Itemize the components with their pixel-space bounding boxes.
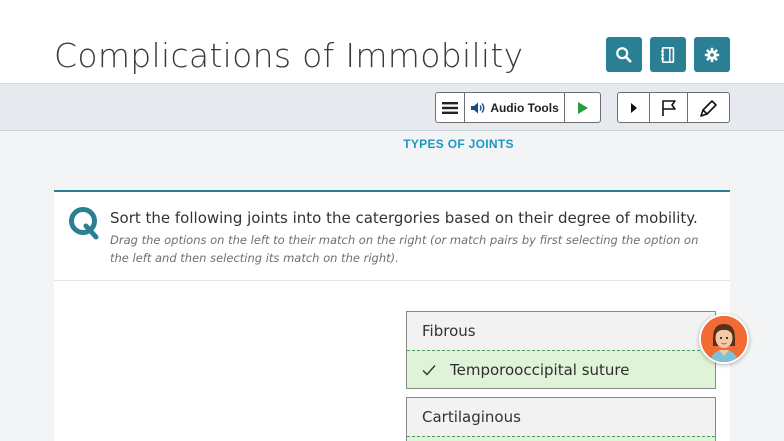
question-q-icon — [69, 207, 99, 240]
highlighter-icon — [699, 99, 717, 117]
check-icon — [422, 364, 436, 376]
flag-icon — [661, 99, 676, 116]
flag-button[interactable] — [650, 93, 688, 122]
category-fibrous[interactable]: Fibrous Temporooccipital suture — [406, 311, 716, 389]
play-icon — [577, 101, 588, 114]
gear-icon — [704, 47, 720, 62]
question-text: Sort the following joints into the cater… — [110, 209, 698, 227]
audio-tools-button[interactable]: Audio Tools — [465, 93, 566, 122]
category-title: Fibrous — [407, 312, 715, 350]
next-button[interactable] — [618, 93, 650, 122]
next-icon — [630, 102, 637, 113]
page-title: Complications of Immobility — [54, 36, 524, 75]
audio-tools-group: Audio Tools — [435, 92, 601, 123]
category-drop-area[interactable] — [407, 436, 715, 441]
notebook-button[interactable] — [650, 37, 686, 72]
matched-item-label: Temporooccipital suture — [450, 360, 630, 379]
section-title: TYPES OF JOINTS — [403, 137, 514, 151]
category-title: Cartilaginous — [407, 398, 715, 436]
question-card: Sort the following joints into the cater… — [54, 190, 730, 441]
category-cartilaginous[interactable]: Cartilaginous — [406, 397, 716, 441]
speaker-icon — [471, 102, 485, 113]
matched-item[interactable]: Temporooccipital suture — [407, 350, 715, 388]
question-header: Sort the following joints into the cater… — [54, 192, 730, 281]
toolbar: Audio Tools — [0, 84, 784, 131]
settings-button[interactable] — [694, 37, 730, 72]
nurse-avatar-icon — [701, 316, 747, 362]
assistant-avatar[interactable] — [699, 314, 749, 364]
header: Complications of Immobility — [0, 0, 784, 84]
audio-tools-label: Audio Tools — [490, 100, 559, 115]
highlighter-button[interactable] — [688, 93, 729, 122]
menu-button[interactable] — [436, 93, 465, 122]
menu-icon — [441, 101, 458, 114]
search-button[interactable] — [606, 37, 642, 72]
nav-tools-group — [617, 92, 730, 123]
question-instructions: Drag the options on the left to their ma… — [110, 233, 699, 265]
notebook-icon — [661, 46, 675, 63]
play-button[interactable] — [565, 93, 600, 122]
search-icon — [616, 46, 632, 63]
